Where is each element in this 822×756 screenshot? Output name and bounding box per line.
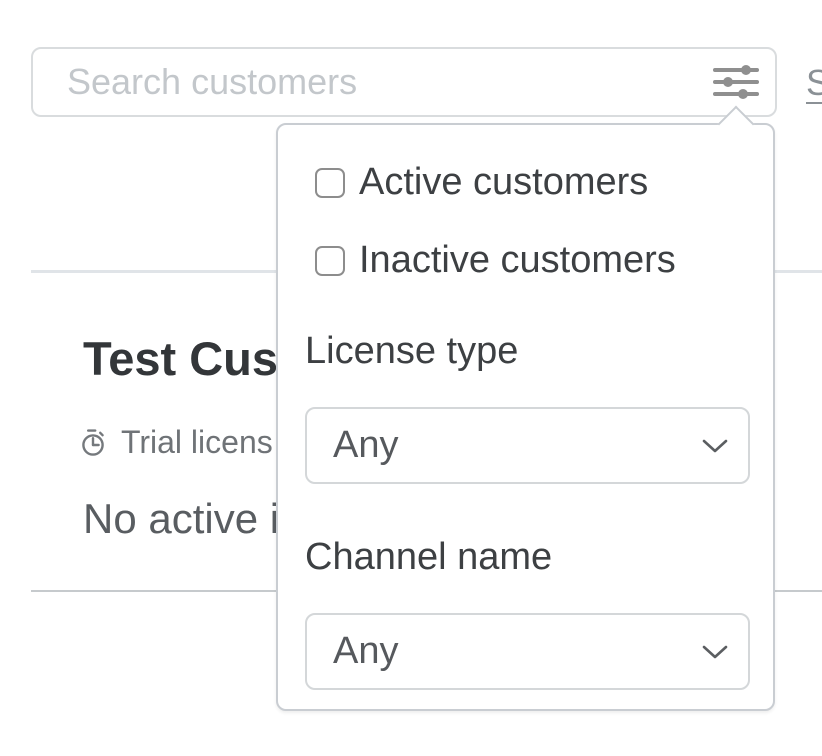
search-input[interactable]: [33, 49, 775, 115]
filter-button[interactable]: [711, 60, 761, 104]
stopwatch-icon: [80, 428, 108, 457]
search-bar: [31, 47, 777, 117]
active-customers-option[interactable]: Active customers: [315, 161, 648, 204]
checkbox-label: Active customers: [359, 161, 648, 204]
customer-title: Test Cust: [83, 334, 294, 384]
license-type-select[interactable]: Any: [305, 407, 750, 484]
license-type-label: License type: [305, 331, 518, 371]
channel-name-select[interactable]: Any: [305, 613, 750, 690]
partial-right-link[interactable]: S: [806, 62, 822, 104]
license-type-value: Any: [307, 424, 398, 467]
sliders-icon: [713, 63, 759, 101]
inactive-customers-checkbox[interactable]: [315, 246, 345, 276]
checkbox-label: Inactive customers: [359, 239, 676, 282]
channel-name-value: Any: [307, 630, 398, 673]
inactive-customers-option[interactable]: Inactive customers: [315, 239, 676, 282]
license-badge: Trial licens: [80, 424, 273, 461]
filter-popover: Active customers Inactive customers Lice…: [276, 123, 775, 711]
chevron-down-icon: [702, 645, 728, 659]
chevron-down-icon: [702, 439, 728, 453]
customer-status-text: No active in: [83, 497, 302, 541]
channel-name-label: Channel name: [305, 537, 552, 577]
active-customers-checkbox[interactable]: [315, 168, 345, 198]
license-badge-text: Trial licens: [121, 424, 273, 461]
